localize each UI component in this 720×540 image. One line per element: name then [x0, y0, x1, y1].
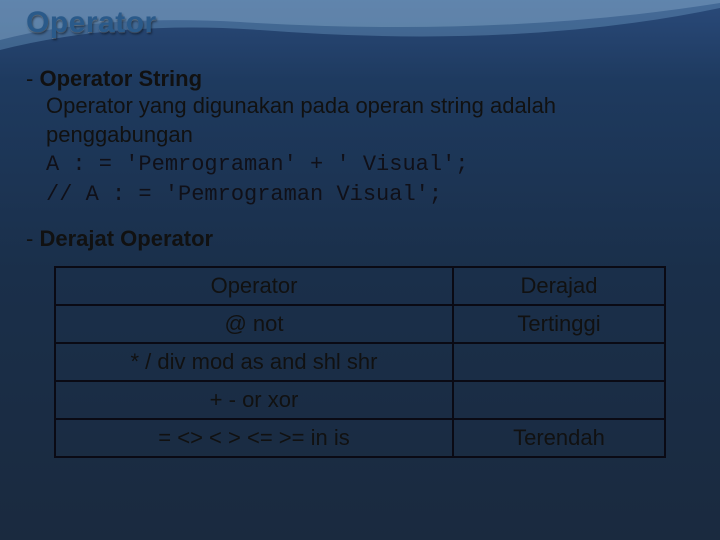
cell-operator: @ not [55, 305, 453, 343]
cell-operator: * / div mod as and shl shr [55, 343, 453, 381]
cell-operator: = <> < > <= >= in is [55, 419, 453, 457]
table-row: * / div mod as and shl shr [55, 343, 665, 381]
dash: - [26, 66, 33, 91]
section-2: - Derajat Operator [26, 226, 694, 252]
cell-derajad: Terendah [453, 419, 665, 457]
table-row: = <> < > <= >= in is Terendah [55, 419, 665, 457]
table-row: + - or xor [55, 381, 665, 419]
code-line-1: A : = 'Pemrograman' + ' Visual'; [46, 151, 694, 179]
section-2-heading: Derajat Operator [39, 226, 213, 251]
section-1-heading: Operator String [39, 66, 202, 91]
cell-derajad: Tertinggi [453, 305, 665, 343]
table-row: @ not Tertinggi [55, 305, 665, 343]
dash: - [26, 226, 33, 251]
slide-content: Operator - Operator String Operator yang… [0, 0, 720, 458]
table-row: Operator Derajad [55, 267, 665, 305]
cell-operator: + - or xor [55, 381, 453, 419]
cell-operator-header: Operator [55, 267, 453, 305]
section-1: - Operator String [26, 66, 694, 92]
precedence-table: Operator Derajad @ not Tertinggi * / div… [54, 266, 666, 458]
section-1-body: Operator yang digunakan pada operan stri… [46, 92, 694, 149]
code-line-2: // A : = 'Pemrograman Visual'; [46, 181, 694, 209]
cell-derajad-header: Derajad [453, 267, 665, 305]
cell-derajad [453, 381, 665, 419]
cell-derajad [453, 343, 665, 381]
slide-title: Operator [26, 6, 694, 40]
